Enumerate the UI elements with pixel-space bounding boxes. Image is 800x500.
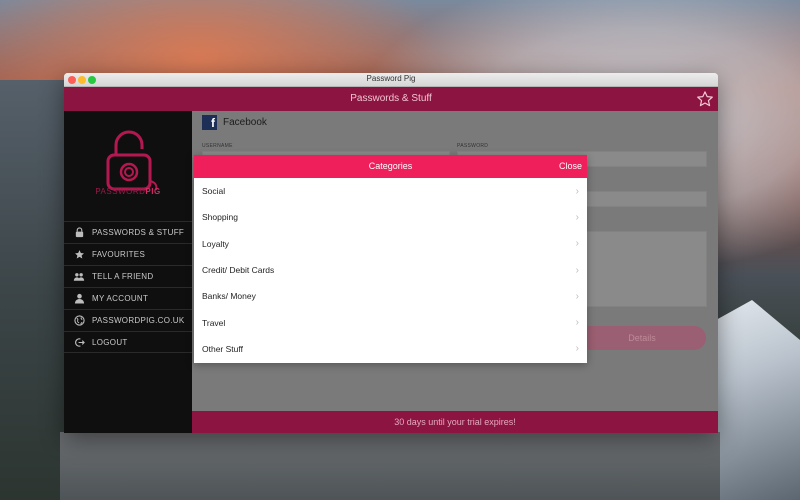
chevron-right-icon: ›: [575, 317, 579, 329]
facebook-icon: f: [202, 115, 217, 130]
modal-header: Categories Close: [194, 155, 587, 178]
sidebar-item-label: TELL A FRIEND: [92, 272, 154, 281]
category-item-loyalty[interactable]: Loyalty ›: [194, 231, 587, 257]
entry-name: Facebook: [223, 117, 267, 128]
app-header: Passwords & Stuff: [64, 87, 718, 111]
padlock-logo-icon: [94, 125, 164, 195]
window-title: Password Pig: [366, 74, 416, 83]
brand-prefix: PASSWORD: [95, 187, 146, 196]
category-item-social[interactable]: Social ›: [194, 178, 587, 204]
logout-icon: [73, 336, 85, 348]
sidebar-item-label: FAVOURITES: [92, 250, 146, 259]
sidebar-item-label: PASSWORDPIG.CO.UK: [92, 316, 185, 325]
username-label: USERNAME: [202, 143, 233, 149]
category-label: Travel: [202, 317, 226, 328]
brand-suffix: PIG: [145, 187, 161, 196]
lock-icon: [73, 227, 85, 239]
details-button-label: Details: [628, 333, 656, 343]
entry-header: f Facebook: [202, 115, 267, 130]
category-label: Shopping: [202, 212, 238, 223]
people-icon: [73, 271, 85, 283]
details-button[interactable]: Details: [578, 326, 706, 350]
category-item-banks[interactable]: Banks/ Money ›: [194, 283, 587, 309]
sidebar-nav: PASSWORDS & STUFF FAVOURITES TELL A FRIE…: [64, 221, 192, 353]
category-item-other[interactable]: Other Stuff ›: [194, 336, 587, 362]
modal-title: Categories: [368, 161, 413, 171]
wallpaper-cliff: [60, 432, 720, 500]
brand-wordmark: PASSWORDPIG: [64, 187, 192, 196]
category-item-travel[interactable]: Travel ›: [194, 309, 587, 335]
sidebar-item-tell-a-friend[interactable]: TELL A FRIEND: [64, 265, 192, 287]
page-title: Passwords & Stuff: [350, 93, 432, 104]
chevron-right-icon: ›: [575, 211, 579, 223]
category-item-shopping[interactable]: Shopping ›: [194, 204, 587, 230]
window-titlebar[interactable]: Password Pig: [64, 73, 718, 87]
star-icon: [73, 249, 85, 261]
globe-icon: [73, 315, 85, 327]
category-item-cards[interactable]: Credit/ Debit Cards ›: [194, 257, 587, 283]
password-label: PASSWORD: [457, 143, 489, 149]
category-label: Loyalty: [202, 238, 229, 249]
modal-close-button[interactable]: Close: [559, 161, 582, 171]
category-label: Social: [202, 186, 226, 197]
sidebar: PASSWORDPIG PASSWORDS & STUFF FAVOURITES…: [64, 111, 192, 433]
sidebar-item-label: MY ACCOUNT: [92, 294, 149, 303]
chevron-right-icon: ›: [575, 185, 579, 197]
category-label: Banks/ Money: [202, 291, 256, 302]
category-label: Credit/ Debit Cards: [202, 265, 275, 276]
sidebar-item-website[interactable]: PASSWORDPIG.CO.UK: [64, 309, 192, 331]
person-icon: [73, 293, 85, 305]
star-outline-icon[interactable]: [696, 90, 714, 108]
sidebar-item-passwords[interactable]: PASSWORDS & STUFF: [64, 221, 192, 243]
trial-text: 30 days until your trial expires!: [394, 417, 516, 427]
sidebar-item-label: PASSWORDS & STUFF: [92, 228, 185, 237]
category-label: Other Stuff: [202, 343, 243, 354]
chevron-right-icon: ›: [575, 238, 579, 250]
chevron-right-icon: ›: [575, 343, 579, 355]
trial-banner: 30 days until your trial expires!: [192, 411, 718, 433]
chevron-right-icon: ›: [575, 264, 579, 276]
sidebar-item-logout[interactable]: LOGOUT: [64, 331, 192, 353]
sidebar-item-my-account[interactable]: MY ACCOUNT: [64, 287, 192, 309]
chevron-right-icon: ›: [575, 290, 579, 302]
sidebar-item-label: LOGOUT: [92, 337, 128, 347]
sidebar-item-favourites[interactable]: FAVOURITES: [64, 243, 192, 265]
category-list: Social › Shopping › Loyalty › Credit/ Debit…: [194, 178, 587, 362]
categories-modal: Categories Close Social › Shopping › Loyal…: [194, 155, 587, 363]
